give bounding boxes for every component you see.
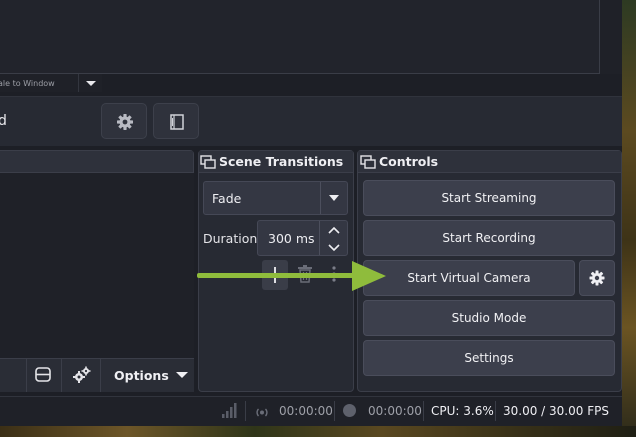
footer-divider: [61, 358, 62, 392]
dock-icon: [360, 154, 376, 169]
settings-button[interactable]: Settings: [363, 340, 615, 376]
scale-selector-label: ale to Window: [0, 79, 55, 88]
status-divider: [495, 401, 496, 421]
studio-mode-button[interactable]: Studio Mode: [363, 300, 615, 336]
transition-select-value: Fade: [212, 191, 242, 206]
chevron-down-icon: [86, 81, 96, 86]
start-streaming-button[interactable]: Start Streaming: [363, 180, 615, 216]
footer-divider: [26, 358, 27, 392]
scene-transitions-title: Scene Transitions: [219, 154, 344, 169]
chevron-down-icon: [175, 372, 188, 378]
projector-button[interactable]: [153, 103, 199, 139]
signal-strength-icon: [221, 403, 237, 418]
options-button-label: Options: [114, 367, 169, 383]
record-time: 00:00:00: [368, 404, 422, 418]
select-divider: [320, 182, 321, 214]
current-scene-name: d: [0, 113, 7, 129]
chevron-up-icon[interactable]: [326, 223, 342, 237]
duration-label: Duration: [203, 231, 258, 246]
start-recording-button[interactable]: Start Recording: [363, 220, 615, 256]
controls-title: Controls: [379, 154, 439, 169]
chevron-down-icon: [329, 195, 339, 201]
annotation-arrow-shaft: [197, 273, 359, 278]
gear-icon: [589, 270, 605, 286]
preview-scrollbar[interactable]: [600, 0, 622, 74]
duration-value: 300 ms: [268, 231, 315, 246]
virtual-camera-settings-button[interactable]: [579, 260, 615, 296]
status-divider: [423, 401, 424, 421]
start-virtual-camera-button[interactable]: Start Virtual Camera: [363, 260, 575, 296]
spinbox-divider: [319, 221, 320, 255]
chevron-down-icon[interactable]: [326, 239, 342, 253]
desktop-background: [622, 0, 636, 437]
annotation-arrow-head: [352, 261, 386, 291]
preview-canvas[interactable]: [0, 0, 600, 74]
dock-icon: [200, 154, 216, 169]
broadcast-icon: [254, 404, 270, 417]
gears-icon[interactable]: [71, 365, 93, 385]
projector-icon: [170, 114, 184, 130]
fps-readout: 30.00 / 30.00 FPS: [503, 404, 609, 418]
options-button[interactable]: Options: [101, 359, 194, 391]
sources-header: [0, 151, 193, 173]
gear-icon: [117, 114, 133, 130]
filter-icon[interactable]: [35, 367, 51, 382]
desktop-background-bottom: [0, 426, 636, 437]
record-icon: [343, 404, 356, 417]
status-divider: [334, 401, 335, 421]
sources-list[interactable]: [0, 173, 194, 358]
preview-toolbar: [0, 96, 622, 146]
stream-time: 00:00:00: [279, 404, 333, 418]
cpu-usage: CPU: 3.6%: [431, 404, 494, 418]
status-divider: [245, 401, 246, 421]
preview-settings-button[interactable]: [101, 103, 147, 139]
